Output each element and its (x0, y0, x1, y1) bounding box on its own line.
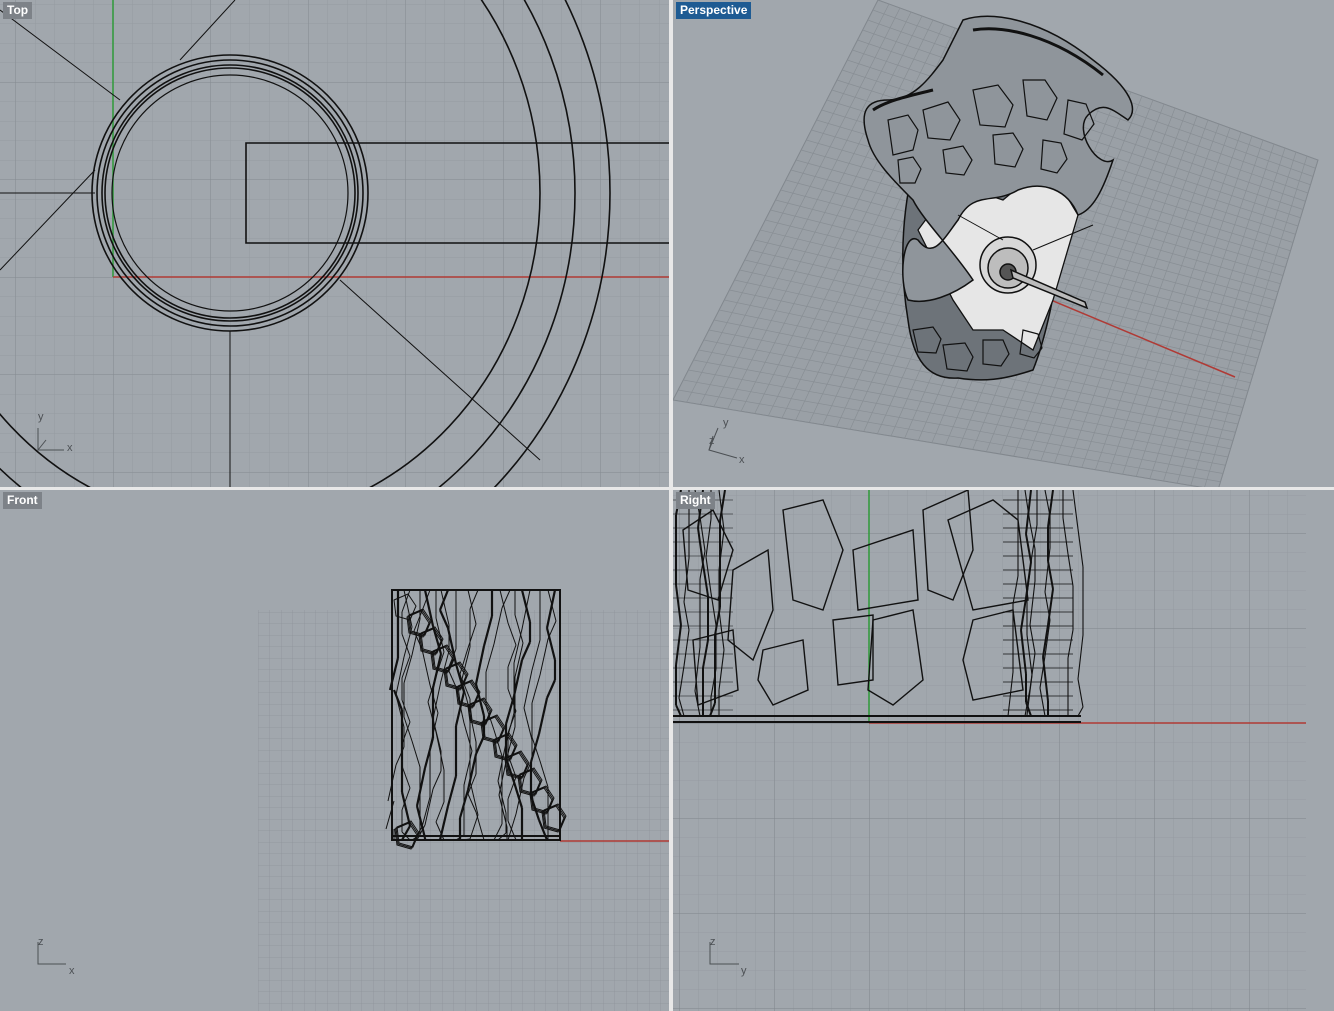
viewport-label-front[interactable]: Front (3, 492, 42, 509)
viewport-top[interactable]: y x Top (0, 0, 669, 487)
axis-label-y: y (38, 411, 44, 423)
viewport-label-perspective[interactable]: Perspective (676, 2, 752, 19)
axis-label-x: x (739, 454, 745, 466)
top-view-canvas[interactable]: y x (0, 0, 669, 487)
axis-label-z: z (38, 936, 44, 948)
viewport-front[interactable]: z x Front (0, 490, 669, 1011)
axis-label-z: z (709, 435, 715, 447)
viewport-perspective[interactable]: y z x Perspective (673, 0, 1334, 487)
viewport-right[interactable]: z y Right (673, 490, 1334, 1011)
viewport-label-right[interactable]: Right (676, 492, 715, 509)
right-view-canvas[interactable]: z y (673, 490, 1334, 1011)
axis-label-x: x (67, 442, 73, 454)
perspective-view-canvas[interactable]: y z x (673, 0, 1334, 487)
axis-label-y: y (723, 417, 729, 429)
axis-label-y: y (741, 965, 747, 977)
viewport-label-top[interactable]: Top (3, 2, 33, 19)
axis-label-x: x (69, 965, 75, 977)
axis-label-z: z (710, 936, 716, 948)
front-view-canvas[interactable]: z x (0, 490, 669, 1011)
